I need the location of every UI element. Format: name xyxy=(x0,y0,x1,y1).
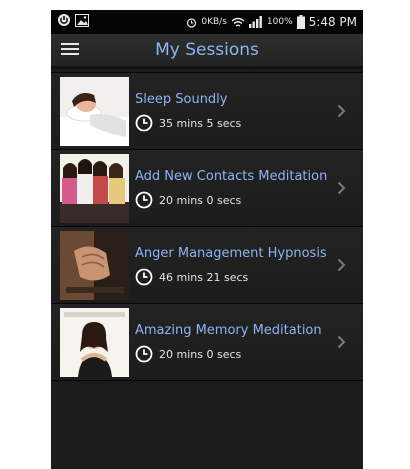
page-title: My Sessions xyxy=(155,40,259,60)
session-item[interactable]: Anger Management Hypnosis 46 mins 21 sec… xyxy=(51,227,363,304)
phone-screen: 0KB/s 100% 5:48 PM My Sessions Sleep Sou… xyxy=(51,10,363,469)
battery-icon xyxy=(296,15,305,29)
sessions-list: Sleep Soundly 35 mins 5 secs Add New Con… xyxy=(51,72,363,381)
chevron-right-icon xyxy=(337,258,346,272)
app-bar: My Sessions xyxy=(51,34,363,69)
session-title: Sleep Soundly xyxy=(135,92,228,107)
session-item[interactable]: Sleep Soundly 35 mins 5 secs xyxy=(51,72,363,150)
session-thumbnail xyxy=(60,308,129,377)
duration-text: 35 mins 5 secs xyxy=(159,116,242,130)
session-duration: 20 mins 0 secs xyxy=(135,345,241,363)
duration-text: 20 mins 0 secs xyxy=(159,347,242,361)
chevron-right-icon xyxy=(337,181,346,195)
session-title: Add New Contacts Meditation xyxy=(135,169,328,184)
data-rate: 0KB/s xyxy=(201,17,227,27)
power-icon xyxy=(57,13,71,27)
session-item[interactable]: Amazing Memory Meditation 20 mins 0 secs xyxy=(51,304,363,381)
clock-icon xyxy=(135,114,153,132)
duration-text: 46 mins 21 secs xyxy=(159,270,249,284)
clock-icon xyxy=(135,191,153,209)
session-item[interactable]: Add New Contacts Meditation 20 mins 0 se… xyxy=(51,150,363,227)
duration-text: 20 mins 0 secs xyxy=(159,193,242,207)
session-thumbnail xyxy=(60,231,129,300)
clock-icon xyxy=(135,268,153,286)
chevron-right-icon xyxy=(337,104,346,118)
session-thumbnail xyxy=(60,154,129,223)
status-bar: 0KB/s 100% 5:48 PM xyxy=(51,10,363,34)
session-thumbnail xyxy=(60,77,129,146)
session-duration: 35 mins 5 secs xyxy=(135,114,241,132)
session-title: Anger Management Hypnosis xyxy=(135,246,327,261)
battery-level: 100% xyxy=(266,17,293,27)
image-icon xyxy=(75,13,89,27)
wifi-icon xyxy=(231,17,245,28)
clock-time: 5:48 PM xyxy=(308,15,357,29)
session-title: Amazing Memory Meditation xyxy=(135,323,322,338)
clock-icon xyxy=(135,345,153,363)
signal-icon xyxy=(248,16,263,28)
session-duration: 46 mins 21 secs xyxy=(135,268,248,286)
chevron-right-icon xyxy=(337,335,346,349)
session-duration: 20 mins 0 secs xyxy=(135,191,241,209)
alarm-icon xyxy=(186,17,197,28)
